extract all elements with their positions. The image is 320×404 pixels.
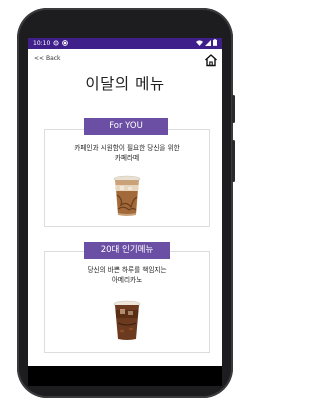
- card-desc-menu: 아메리카노: [111, 276, 143, 284]
- menu-card-popular[interactable]: 당신의 바쁜 하루를 책임지는 아메리카노: [44, 251, 210, 353]
- status-bar: 10:10: [28, 38, 222, 49]
- app-screen: 10:10 << Back 이달의 메뉴 카페인과 시원함이 필요한 당신을 위…: [28, 38, 222, 366]
- navigation-bar: [28, 366, 222, 386]
- notification-icon: [62, 39, 69, 48]
- card-description: 카페인과 시원함이 필요한 당신을 위한 카페라떼: [45, 143, 209, 163]
- card-desc-menu: 카페라떼: [114, 154, 140, 162]
- menu-card-for-you[interactable]: 카페인과 시원함이 필요한 당신을 위한 카페라떼: [44, 129, 210, 227]
- battery-icon: [213, 39, 217, 48]
- tag-for-you: For YOU: [84, 118, 168, 135]
- wifi-icon: [196, 39, 203, 48]
- signal-icon: [205, 39, 211, 48]
- card-description: 당신의 바쁜 하루를 책임지는 아메리카노: [45, 265, 209, 285]
- card-desc-line: 당신의 바쁜 하루를 책임지는: [87, 266, 167, 274]
- settings-icon: [53, 39, 59, 48]
- iced-americano-image: [111, 299, 143, 345]
- home-icon[interactable]: [204, 52, 218, 67]
- card-desc-line: 카페인과 시원함이 필요한 당신을 위한: [74, 144, 180, 152]
- power-button: [232, 95, 235, 123]
- status-time: 10:10: [33, 40, 51, 47]
- volume-button: [232, 140, 235, 182]
- tag-popular-20s: 20대 인기메뉴: [84, 242, 170, 259]
- page-title: 이달의 메뉴: [85, 75, 165, 93]
- back-link[interactable]: << Back: [34, 55, 61, 62]
- iced-latte-image: [111, 173, 143, 221]
